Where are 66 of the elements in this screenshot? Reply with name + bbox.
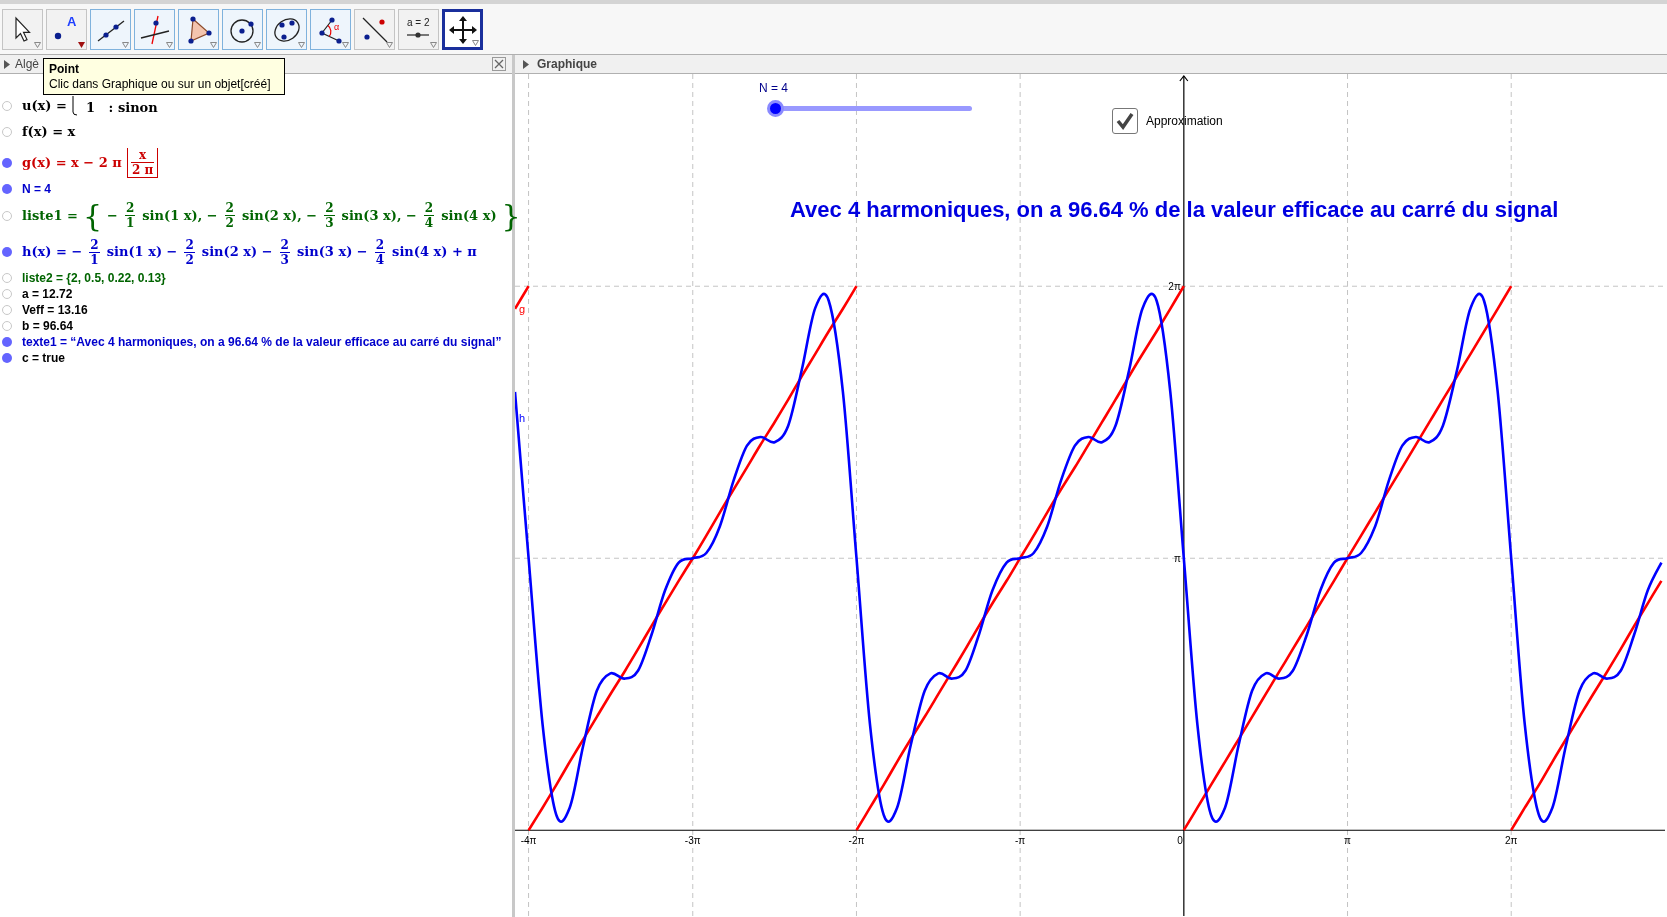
object-definition[interactable]: N = 4 [22, 179, 51, 198]
tick-label: π [1173, 553, 1181, 565]
triangle-icon[interactable] [4, 59, 10, 69]
tooltip-text: Clic dans Graphique ou sur un objet[créé] [49, 76, 272, 92]
tool-button[interactable] [90, 9, 131, 50]
visibility-toggle[interactable] [2, 101, 12, 111]
visibility-toggle[interactable] [2, 126, 12, 137]
visibility-toggle[interactable] [2, 157, 12, 168]
formula[interactable]: u(x) = 1 : sinon [22, 96, 158, 116]
visibility-toggle[interactable] [2, 247, 12, 257]
curve-label: h [519, 411, 526, 424]
tool-button[interactable] [266, 9, 307, 50]
curve-label: g [519, 302, 526, 315]
tick-label: -3π [684, 835, 701, 847]
tool-button[interactable]: a = 2 [398, 9, 439, 50]
slider-label: N = 4 [759, 82, 789, 94]
result-text: Avec 4 harmoniques, on a 96.64 % de la valeur efficace au carré du signal [790, 196, 1559, 224]
perpendicular-lines-icon [138, 13, 171, 46]
visibility-toggle[interactable] [2, 336, 12, 347]
tick-label: 0 [1177, 835, 1183, 847]
visibility-toggle[interactable] [2, 320, 12, 331]
object-definition[interactable]: a = 12.72 [22, 284, 73, 303]
tick-label: 2π [1168, 281, 1181, 293]
caret-icon [298, 42, 305, 48]
tool-button[interactable] [134, 9, 175, 50]
panel-title: Algè [15, 56, 40, 73]
object-definition[interactable]: b = 96.64 [22, 316, 74, 335]
tool-button[interactable] [442, 9, 483, 50]
tick-label: -π [1015, 835, 1026, 847]
tool-button[interactable] [178, 9, 219, 50]
tick-label: -2π [848, 835, 865, 847]
object-definition[interactable]: c = true [22, 348, 66, 367]
object-definition[interactable]: Veff = 13.16 [22, 300, 88, 319]
caret-icon [34, 42, 41, 48]
triangle-icon[interactable] [523, 59, 529, 69]
caret-icon [210, 42, 217, 48]
slider-thumb[interactable] [767, 100, 784, 117]
tool-button[interactable]: α [310, 9, 351, 50]
visibility-toggle[interactable] [2, 352, 12, 363]
tick-label: π [1344, 835, 1351, 847]
caret-icon [78, 42, 85, 48]
slider-icon [406, 32, 430, 38]
close-icon[interactable] [492, 57, 506, 71]
panel-title: Graphique [537, 56, 597, 73]
tick-label: -4π [520, 835, 537, 847]
object-definition[interactable]: texte1 = “Avec 4 harmoniques, on a 96.64 % de la valeur efficace au carré du signal” [22, 332, 502, 351]
object-definition[interactable]: liste2 = {2, 0.5, 0.22, 0.13} [22, 268, 166, 287]
visibility-toggle[interactable] [2, 304, 12, 315]
caret-icon [166, 42, 173, 48]
visibility-toggle[interactable] [2, 272, 12, 283]
point-icon [54, 32, 62, 40]
caret-icon [342, 42, 349, 48]
caret-icon [472, 40, 479, 46]
checkbox[interactable] [1112, 108, 1138, 134]
tick-label: 2π [1505, 835, 1518, 847]
tooltip-title: Point [49, 61, 80, 77]
visibility-toggle[interactable] [2, 288, 12, 299]
caret-icon [430, 42, 437, 48]
caret-icon [254, 42, 261, 48]
formula[interactable]: f(x) = x [22, 122, 76, 142]
tool-button[interactable] [222, 9, 263, 50]
caret-icon [386, 42, 393, 48]
visibility-toggle[interactable] [2, 183, 12, 194]
tool-button[interactable]: A [46, 9, 87, 50]
visibility-toggle[interactable] [2, 210, 12, 221]
caret-icon [122, 42, 129, 48]
